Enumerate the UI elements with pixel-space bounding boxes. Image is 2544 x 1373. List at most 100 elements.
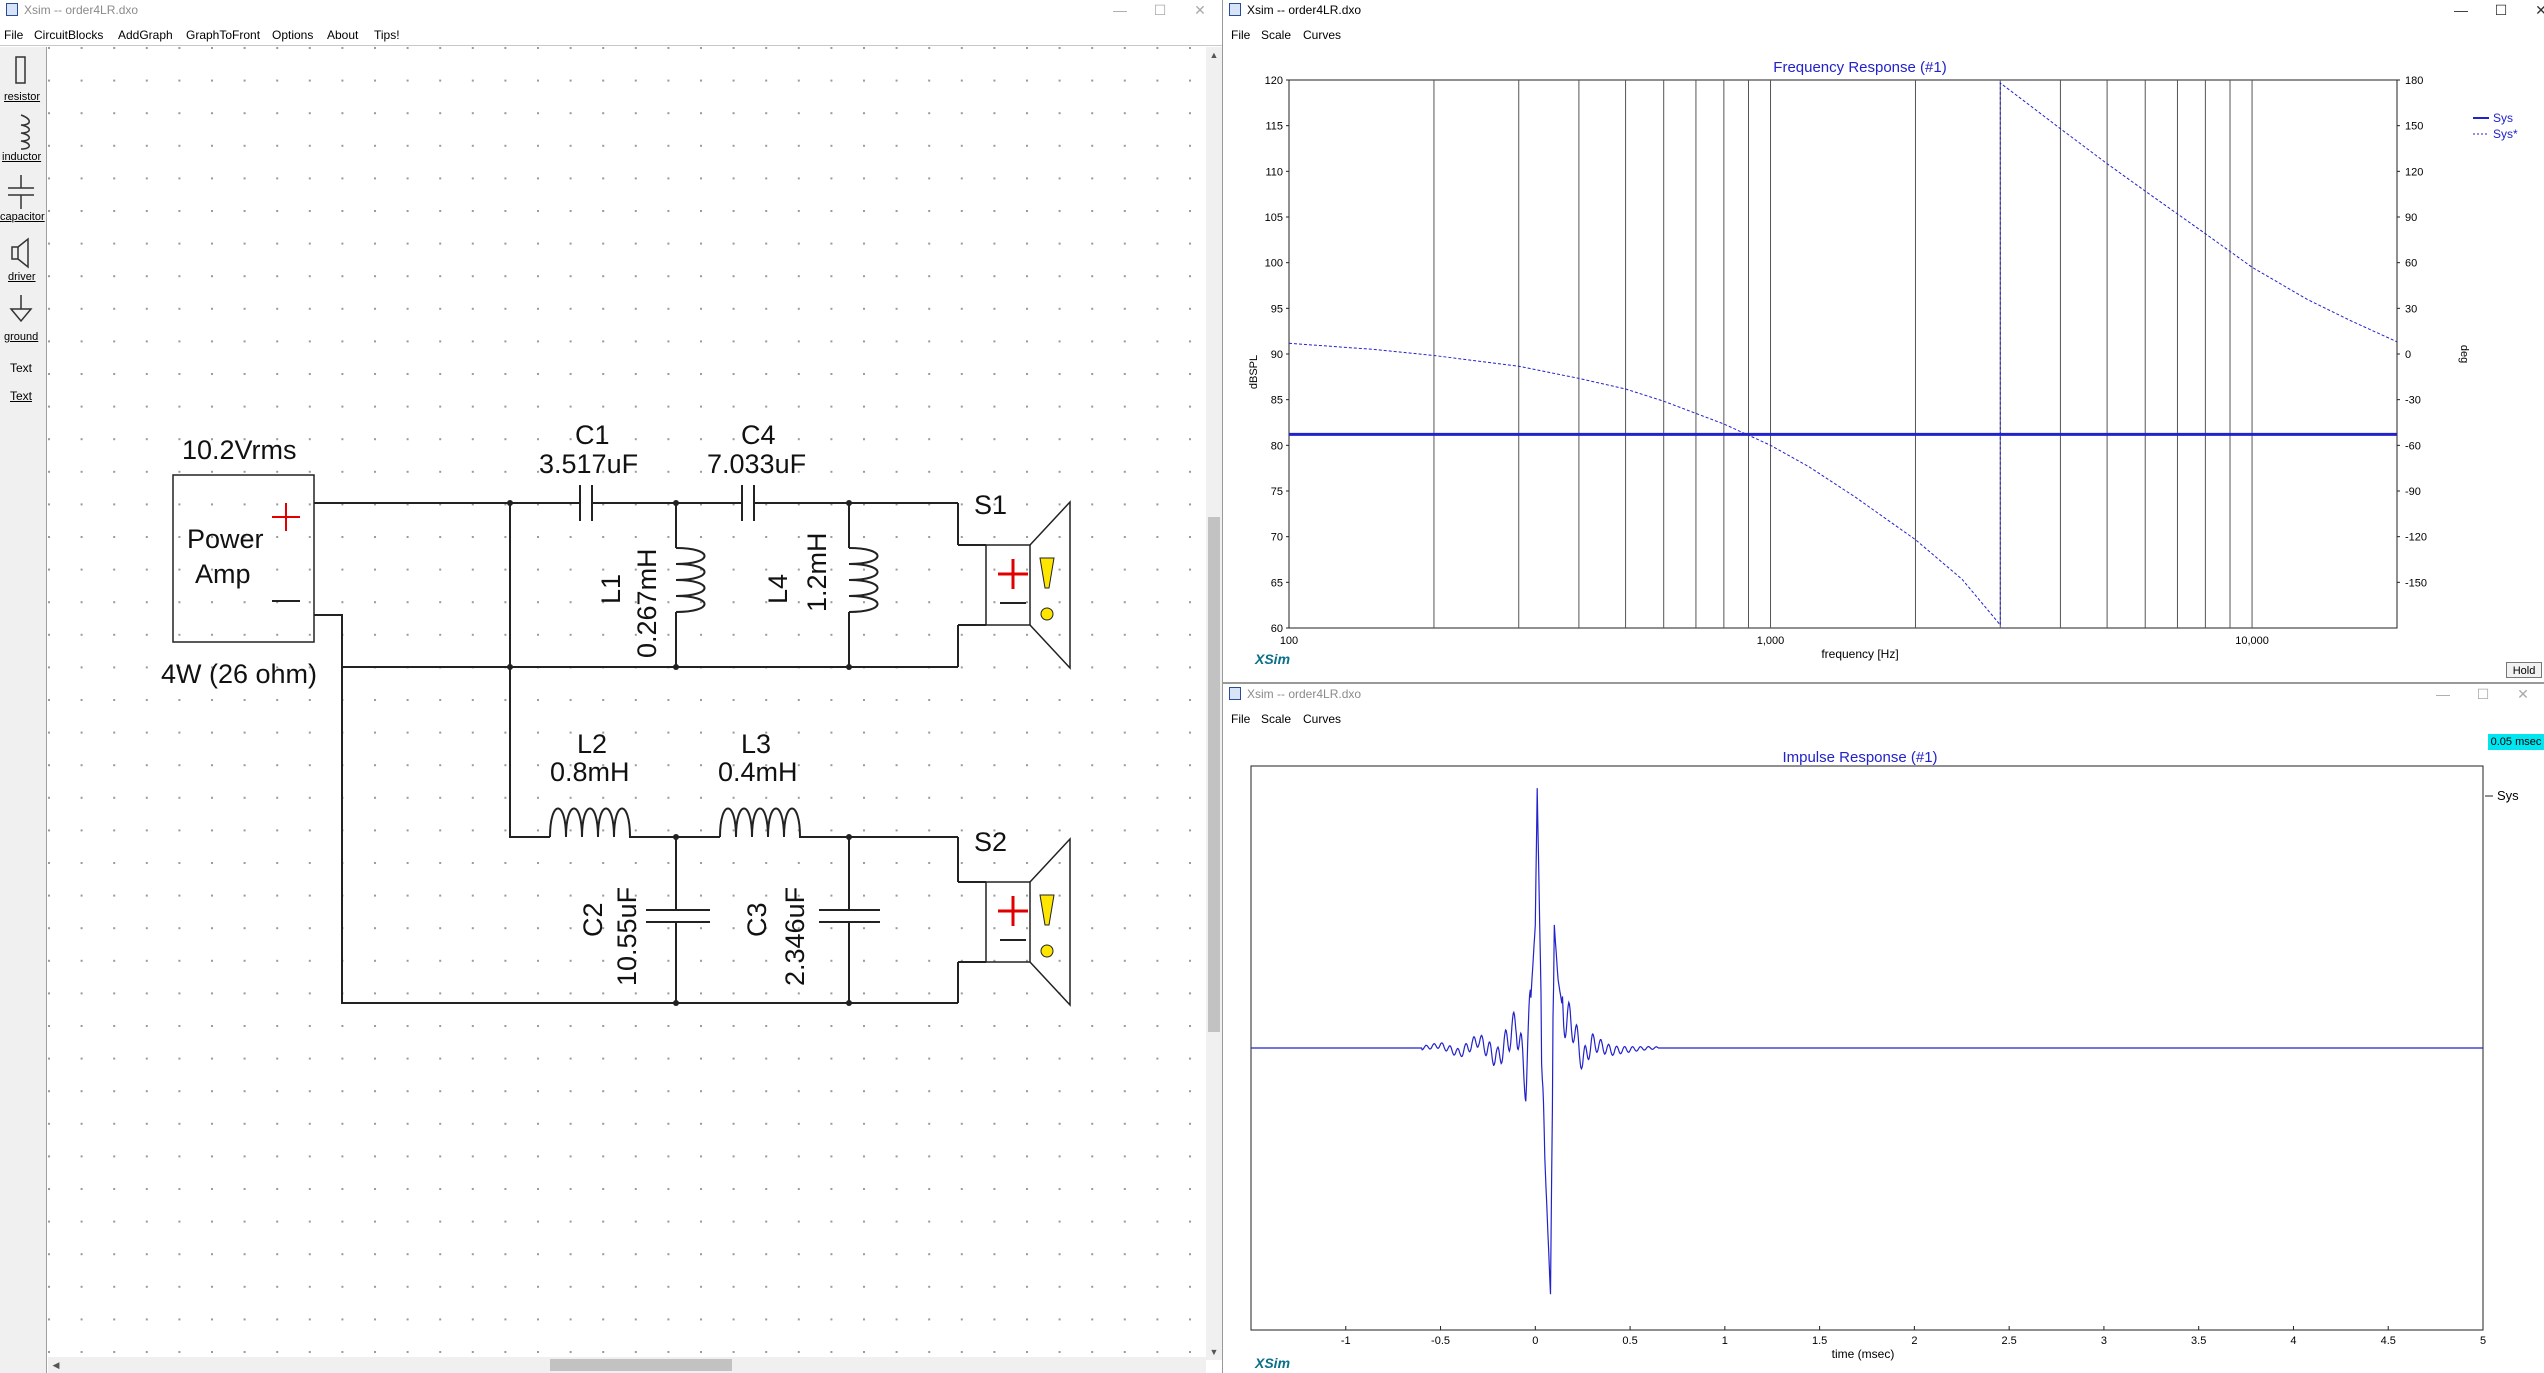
frequency-titlebar[interactable]: Xsim -- order4LR.dxo — ☐ ✕ [1223,0,2544,20]
amp-voltage-label: 10.2Vrms [182,435,297,465]
y-tick-label: 105 [1265,212,1283,224]
window-title: Xsim -- order4LR.dxo [1247,3,1362,17]
menu-circuitblocks[interactable]: CircuitBlocks [34,28,103,42]
menu-scale[interactable]: Scale [1261,28,1291,42]
schematic-titlebar[interactable]: Xsim -- order4LR.dxo — ☐ ✕ [0,0,1222,20]
x-tick-label: 3.5 [2191,1335,2206,1347]
amp-name-line1: Power [187,524,264,554]
resistor-icon[interactable] [0,53,46,93]
c4-value: 7.033uF [707,449,806,479]
y2-tick-label: 60 [2405,258,2417,270]
legend: Sys Sys* [2473,111,2518,141]
l4-value: 1.2mH [802,532,832,612]
text-link-tool[interactable]: Text [10,389,32,403]
y2-tick-label: -150 [2405,577,2427,589]
y-tick-label: 100 [1265,258,1283,270]
l1-value: 0.267mH [632,548,662,658]
xsim-brand: XSim [1254,651,1290,667]
l4-name: L4 [763,574,793,604]
palette-label-inductor[interactable]: inductor [2,151,41,163]
palette-label-capacitor[interactable]: capacitor [0,211,45,223]
y-tick-label: 65 [1271,577,1283,589]
c2-value: 10.55uF [612,887,642,986]
ground-icon[interactable] [0,293,46,333]
palette-label-ground[interactable]: ground [4,331,38,343]
x-tick-label: 1 [1722,1335,1728,1347]
maximize-icon[interactable]: ☐ [1140,0,1180,20]
text-tool[interactable]: Text [10,361,32,375]
scroll-left-icon[interactable]: ◀ [48,1357,64,1373]
close-icon[interactable]: ✕ [1180,0,1220,20]
frequency-chart[interactable]: Frequency Response (#1) 60 65 70 75 80 85 90 95… [1223,42,2544,682]
x-tick-label: 1,000 [1757,635,1785,647]
menu-curves[interactable]: Curves [1303,712,1341,726]
y2-tick-label: 0 [2405,349,2411,361]
maximize-icon[interactable]: ☐ [2481,0,2521,20]
y2-tick-label: -30 [2405,395,2421,407]
menu-file[interactable]: File [1231,28,1250,42]
scroll-up-icon[interactable]: ▲ [1206,47,1222,63]
minimize-icon[interactable]: — [2423,684,2463,704]
c2-name: C2 [578,902,608,937]
y-tick-label: 115 [1265,121,1283,133]
series-line-sys [1251,788,2483,1295]
close-icon[interactable]: ✕ [2503,684,2543,704]
menu-file[interactable]: File [1231,712,1250,726]
vertical-scrollbar[interactable]: ▲ ▼ [1206,47,1222,1360]
vertical-scroll-thumb[interactable] [1208,517,1220,1032]
c3-name: C3 [742,902,772,937]
menu-file[interactable]: File [4,28,23,42]
schematic-window: Xsim -- order4LR.dxo — ☐ ✕ File CircuitB… [0,0,1222,1373]
y-tick-label: 60 [1271,623,1283,635]
chart-title: Frequency Response (#1) [1773,59,1946,76]
menu-about[interactable]: About [327,28,358,42]
s1-name: S1 [974,490,1007,520]
y2-tick-label: 120 [2405,166,2423,178]
scroll-down-icon[interactable]: ▼ [1206,1344,1222,1360]
impulse-chart[interactable]: Impulse Response (#1) -1 -0.5 0 0.5 1 1.5 2 2.5… [1223,728,2544,1373]
palette-label-resistor[interactable]: resistor [4,91,40,103]
x-tick-label: 2.5 [2002,1335,2017,1347]
menu-scale[interactable]: Scale [1261,712,1291,726]
menu-addgraph[interactable]: AddGraph [118,28,173,42]
y-tick-label: 75 [1271,486,1283,498]
menu-tips[interactable]: Tips! [374,28,400,42]
x-tick-label: -1 [1341,1335,1351,1347]
menu-graphtofront[interactable]: GraphToFront [186,28,260,42]
minimize-icon[interactable]: — [1100,0,1140,20]
l3-name: L3 [741,729,771,759]
amp-name-line2: Amp [195,559,251,589]
component-palette: resistor inductor capacitor driver groun… [0,47,47,1373]
horizontal-scrollbar[interactable]: ◀ [48,1357,1206,1373]
x-tick-label: 1.5 [1812,1335,1827,1347]
horizontal-scroll-thumb[interactable] [550,1359,732,1371]
capacitor-icon[interactable] [0,173,46,213]
menu-curves[interactable]: Curves [1303,28,1341,42]
menu-options[interactable]: Options [272,28,313,42]
close-icon[interactable]: ✕ [2521,0,2544,20]
c3-value: 2.346uF [780,887,810,986]
y-tick-label: 80 [1271,440,1283,452]
y-tick-label: 70 [1271,532,1283,544]
x-tick-label: 4.5 [2381,1335,2396,1347]
legend-label-sys: Sys [2497,788,2519,803]
palette-label-driver[interactable]: driver [8,271,36,283]
l3-value: 0.4mH [718,757,798,787]
y-tick-label: 95 [1271,303,1283,315]
driver-icon[interactable] [0,233,46,273]
hold-button[interactable]: Hold [2506,662,2542,678]
x-tick-label: 100 [1280,635,1298,647]
app-icon [6,3,18,16]
x-tick-label: 0 [1532,1335,1538,1347]
maximize-icon[interactable]: ☐ [2463,684,2503,704]
minimize-icon[interactable]: — [2441,0,2481,20]
y2-axis-label: deg [2458,345,2470,363]
legend-label-sys-star: Sys* [2493,127,2518,141]
y-tick-label: 120 [1265,75,1283,87]
x-axis-label: time (msec) [1832,1347,1895,1361]
c1-name: C1 [575,420,610,450]
y2-tick-label: -60 [2405,440,2421,452]
inductor-icon[interactable] [0,113,46,153]
schematic-canvas[interactable]: 10.2Vrms Power Amp 4W (26 ohm) C1 3.517u… [48,47,1208,1362]
impulse-titlebar[interactable]: Xsim -- order4LR.dxo — ☐ ✕ [1223,684,2544,704]
